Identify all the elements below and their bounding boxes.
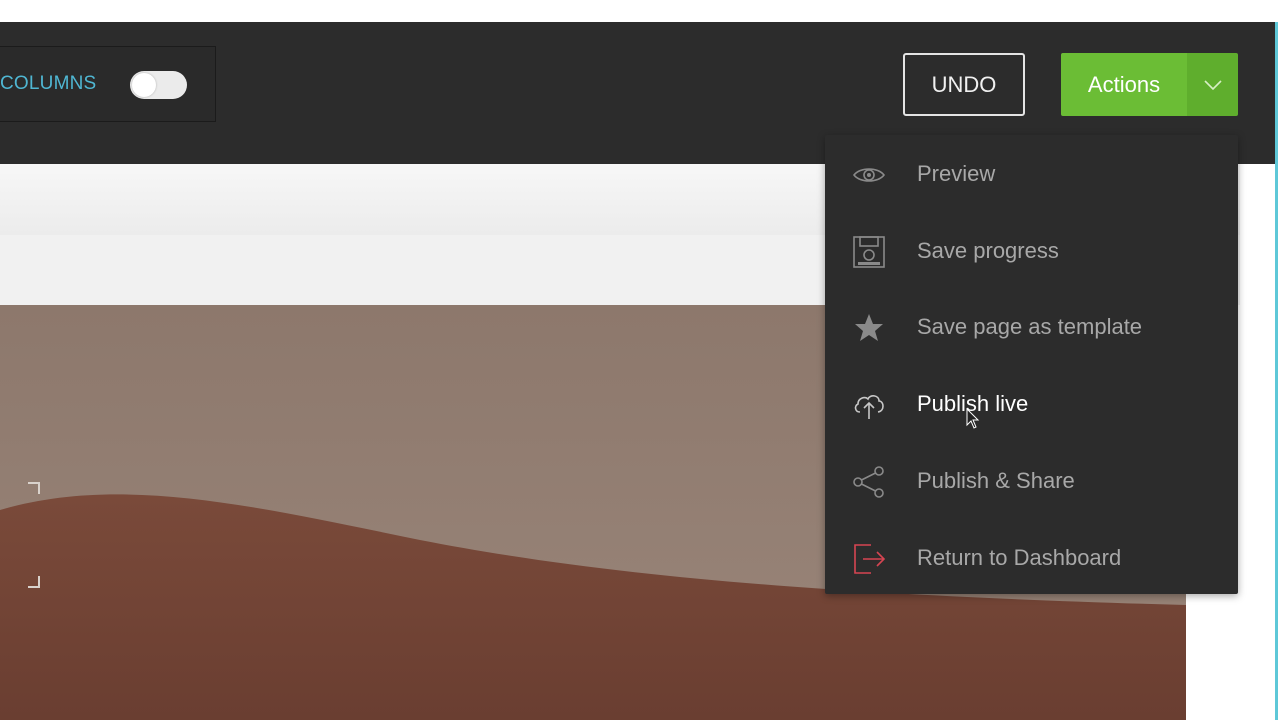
actions-dropdown-toggle[interactable] xyxy=(1187,53,1238,116)
selection-corner-bottom xyxy=(28,576,40,588)
selection-corner-top xyxy=(28,482,40,494)
eye-icon xyxy=(852,168,886,182)
actions-menu: Preview Save progress Save page as templ… xyxy=(825,135,1238,594)
menu-item-label: Save page as template xyxy=(917,314,1143,339)
menu-item-label: Save progress xyxy=(917,238,1059,263)
toggle-knob xyxy=(132,73,156,97)
columns-label: COLUMNS xyxy=(0,73,97,94)
top-strip xyxy=(0,0,1280,22)
menu-item-label: Preview xyxy=(917,161,996,186)
menu-item-publish-share[interactable]: Publish & Share xyxy=(825,444,1238,521)
exit-icon xyxy=(854,544,886,574)
right-edge xyxy=(1275,0,1280,720)
right-accent-bar xyxy=(1275,22,1278,720)
menu-item-publish-live[interactable]: Publish live xyxy=(825,367,1238,444)
columns-toggle[interactable] xyxy=(130,71,187,99)
chevron-down-icon xyxy=(1203,79,1222,90)
menu-item-label: Return to Dashboard xyxy=(917,545,1122,570)
mouse-cursor-icon xyxy=(966,408,980,429)
actions-button[interactable]: Actions xyxy=(1061,53,1187,116)
star-icon xyxy=(855,314,883,341)
cloud-upload-icon xyxy=(854,395,884,419)
menu-item-preview[interactable]: Preview xyxy=(825,137,1238,214)
undo-button[interactable]: UNDO xyxy=(903,53,1025,116)
share-icon xyxy=(853,466,884,498)
menu-item-label: Publish & Share xyxy=(917,468,1075,493)
menu-item-save-template[interactable]: Save page as template xyxy=(825,290,1238,367)
menu-item-save-progress[interactable]: Save progress xyxy=(825,214,1238,291)
save-icon xyxy=(853,236,885,268)
menu-item-return-dashboard[interactable]: Return to Dashboard xyxy=(825,521,1238,598)
